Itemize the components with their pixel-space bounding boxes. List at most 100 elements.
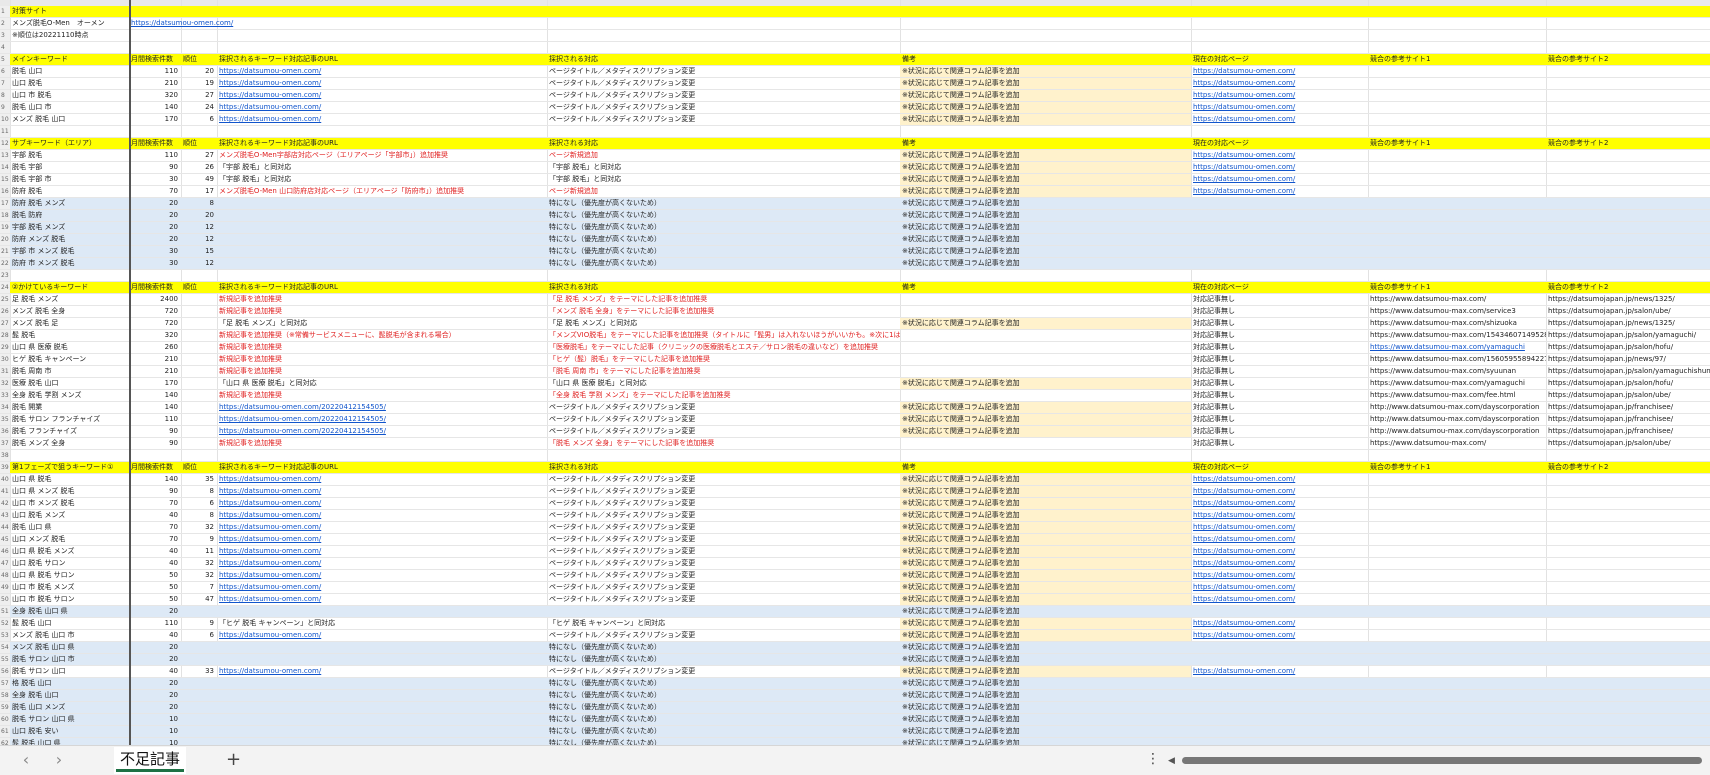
row-number[interactable]: 19 bbox=[0, 222, 10, 233]
chevron-left-icon[interactable]: ‹ bbox=[17, 752, 35, 768]
row-number[interactable]: 61 bbox=[0, 726, 10, 737]
url-link[interactable]: https://datsumou-omen.com/20220412154505… bbox=[217, 414, 547, 425]
row-number[interactable]: 13 bbox=[0, 150, 10, 161]
current-page-link[interactable]: https://datsumou-omen.com/ bbox=[1191, 558, 1368, 569]
current-page-link[interactable]: https://datsumou-omen.com/ bbox=[1191, 522, 1368, 533]
row-number[interactable]: 6 bbox=[0, 66, 10, 77]
row-number[interactable]: 31 bbox=[0, 366, 10, 377]
current-page-link[interactable]: https://datsumou-omen.com/ bbox=[1191, 582, 1368, 593]
row-number[interactable]: 40 bbox=[0, 474, 10, 485]
url-link[interactable]: https://datsumou-omen.com/ bbox=[217, 510, 547, 521]
url-link[interactable]: https://datsumou-omen.com/20220412154505… bbox=[217, 426, 547, 437]
row-number[interactable]: 34 bbox=[0, 402, 10, 413]
row-number[interactable]: 22 bbox=[0, 258, 10, 269]
row-number[interactable]: 51 bbox=[0, 606, 10, 617]
row-number[interactable]: 47 bbox=[0, 558, 10, 569]
row-number[interactable]: 35 bbox=[0, 414, 10, 425]
url-link[interactable]: https://datsumou-omen.com/ bbox=[217, 666, 547, 677]
row-number[interactable]: 60 bbox=[0, 714, 10, 725]
row-number[interactable]: 24 bbox=[0, 282, 10, 293]
url-link[interactable]: https://datsumou-omen.com/ bbox=[217, 66, 547, 77]
row-number[interactable]: 49 bbox=[0, 582, 10, 593]
row-number[interactable]: 39 bbox=[0, 462, 10, 473]
row-number[interactable]: 4 bbox=[0, 42, 10, 53]
row-number[interactable]: 11 bbox=[0, 126, 10, 137]
row-number[interactable]: 12 bbox=[0, 138, 10, 149]
row-number[interactable]: 3 bbox=[0, 30, 10, 41]
row-number[interactable]: 37 bbox=[0, 438, 10, 449]
current-page-link[interactable]: https://datsumou-omen.com/ bbox=[1191, 570, 1368, 581]
scrollbar-thumb[interactable] bbox=[1182, 757, 1702, 764]
row-number[interactable]: 27 bbox=[0, 318, 10, 329]
row-number[interactable]: 25 bbox=[0, 294, 10, 305]
url-link[interactable]: https://datsumou-omen.com/ bbox=[217, 594, 547, 605]
row-number[interactable]: 48 bbox=[0, 570, 10, 581]
horizontal-scrollbar[interactable]: ◀ bbox=[1168, 756, 1708, 766]
row-number[interactable]: 57 bbox=[0, 678, 10, 689]
row-number[interactable]: 59 bbox=[0, 702, 10, 713]
row-number[interactable]: 32 bbox=[0, 378, 10, 389]
row-number[interactable]: 17 bbox=[0, 198, 10, 209]
url-link[interactable]: https://datsumou-omen.com/ bbox=[217, 102, 547, 113]
scroll-left-icon[interactable]: ◀ bbox=[1168, 756, 1175, 766]
row-number[interactable]: 1 bbox=[0, 6, 10, 17]
url-link[interactable]: https://datsumou-omen.com/ bbox=[217, 486, 547, 497]
row-number[interactable]: 46 bbox=[0, 546, 10, 557]
current-page-link[interactable]: https://datsumou-omen.com/ bbox=[1191, 162, 1368, 173]
current-page-link[interactable]: https://datsumou-omen.com/ bbox=[1191, 666, 1368, 677]
spreadsheet-grid[interactable]: 1 対策サイト 2 メンズ脱毛O-Men オーメン https://datsumou-o… bbox=[0, 0, 1710, 745]
row-number[interactable]: 53 bbox=[0, 630, 10, 641]
row-number[interactable]: 15 bbox=[0, 174, 10, 185]
url-link[interactable]: https://datsumou-omen.com/ bbox=[217, 474, 547, 485]
url-link[interactable]: https://datsumou-omen.com/ bbox=[217, 630, 547, 641]
current-page-link[interactable]: https://datsumou-omen.com/ bbox=[1191, 510, 1368, 521]
row-number[interactable]: 29 bbox=[0, 342, 10, 353]
row-number[interactable]: 54 bbox=[0, 642, 10, 653]
row-number[interactable]: 14 bbox=[0, 162, 10, 173]
current-page-link[interactable]: https://datsumou-omen.com/ bbox=[1191, 486, 1368, 497]
row-number[interactable]: 23 bbox=[0, 270, 10, 281]
current-page-link[interactable]: https://datsumou-omen.com/ bbox=[1191, 594, 1368, 605]
current-page-link[interactable]: https://datsumou-omen.com/ bbox=[1191, 474, 1368, 485]
row-number[interactable]: 2 bbox=[0, 18, 10, 29]
current-page-link[interactable]: https://datsumou-omen.com/ bbox=[1191, 186, 1368, 197]
url-link[interactable]: https://datsumou-omen.com/ bbox=[217, 522, 547, 533]
current-page-link[interactable]: https://datsumou-omen.com/ bbox=[1191, 630, 1368, 641]
url-link[interactable]: https://datsumou-omen.com/20220412154505… bbox=[217, 402, 547, 413]
url-link[interactable]: https://datsumou-omen.com/ bbox=[217, 558, 547, 569]
row-number[interactable]: 7 bbox=[0, 78, 10, 89]
current-page-link[interactable]: https://datsumou-omen.com/ bbox=[1191, 534, 1368, 545]
ref1-cell[interactable]: https://www.datsumou-max.com/yamaguchi bbox=[1368, 342, 1546, 353]
more-options-icon[interactable]: ⋮ bbox=[1146, 751, 1160, 767]
row-number[interactable]: 45 bbox=[0, 534, 10, 545]
add-sheet-icon[interactable]: + bbox=[226, 750, 241, 770]
url-link[interactable]: https://datsumou-omen.com/ bbox=[217, 498, 547, 509]
row-number[interactable]: 55 bbox=[0, 654, 10, 665]
url-link[interactable]: https://datsumou-omen.com/ bbox=[217, 534, 547, 545]
url-link[interactable]: https://datsumou-omen.com/ bbox=[217, 90, 547, 101]
sheet-tab-active[interactable]: 不足記事 bbox=[114, 747, 187, 774]
row-number[interactable]: 43 bbox=[0, 510, 10, 521]
row-number[interactable]: 8 bbox=[0, 90, 10, 101]
row-number[interactable]: 62 bbox=[0, 738, 10, 745]
row-number[interactable]: 56 bbox=[0, 666, 10, 677]
row-number[interactable]: 52 bbox=[0, 618, 10, 629]
current-page-link[interactable]: https://datsumou-omen.com/ bbox=[1191, 150, 1368, 161]
current-page-link[interactable]: https://datsumou-omen.com/ bbox=[1191, 78, 1368, 89]
row-number[interactable]: 41 bbox=[0, 486, 10, 497]
row-number[interactable]: 26 bbox=[0, 306, 10, 317]
current-page-link[interactable]: https://datsumou-omen.com/ bbox=[1191, 498, 1368, 509]
current-page-link[interactable]: https://datsumou-omen.com/ bbox=[1191, 174, 1368, 185]
current-page-link[interactable]: https://datsumou-omen.com/ bbox=[1191, 618, 1368, 629]
url-link[interactable]: https://datsumou-omen.com/ bbox=[217, 570, 547, 581]
row-number[interactable]: 30 bbox=[0, 354, 10, 365]
chevron-right-icon[interactable]: › bbox=[50, 752, 68, 768]
url-link[interactable]: https://datsumou-omen.com/ bbox=[217, 582, 547, 593]
current-page-link[interactable]: https://datsumou-omen.com/ bbox=[1191, 66, 1368, 77]
current-page-link[interactable]: https://datsumou-omen.com/ bbox=[1191, 102, 1368, 113]
current-page-link[interactable]: https://datsumou-omen.com/ bbox=[1191, 114, 1368, 125]
row-number[interactable]: 44 bbox=[0, 522, 10, 533]
row-number[interactable]: 38 bbox=[0, 450, 10, 461]
row-number[interactable]: 16 bbox=[0, 186, 10, 197]
current-page-link[interactable]: https://datsumou-omen.com/ bbox=[1191, 90, 1368, 101]
